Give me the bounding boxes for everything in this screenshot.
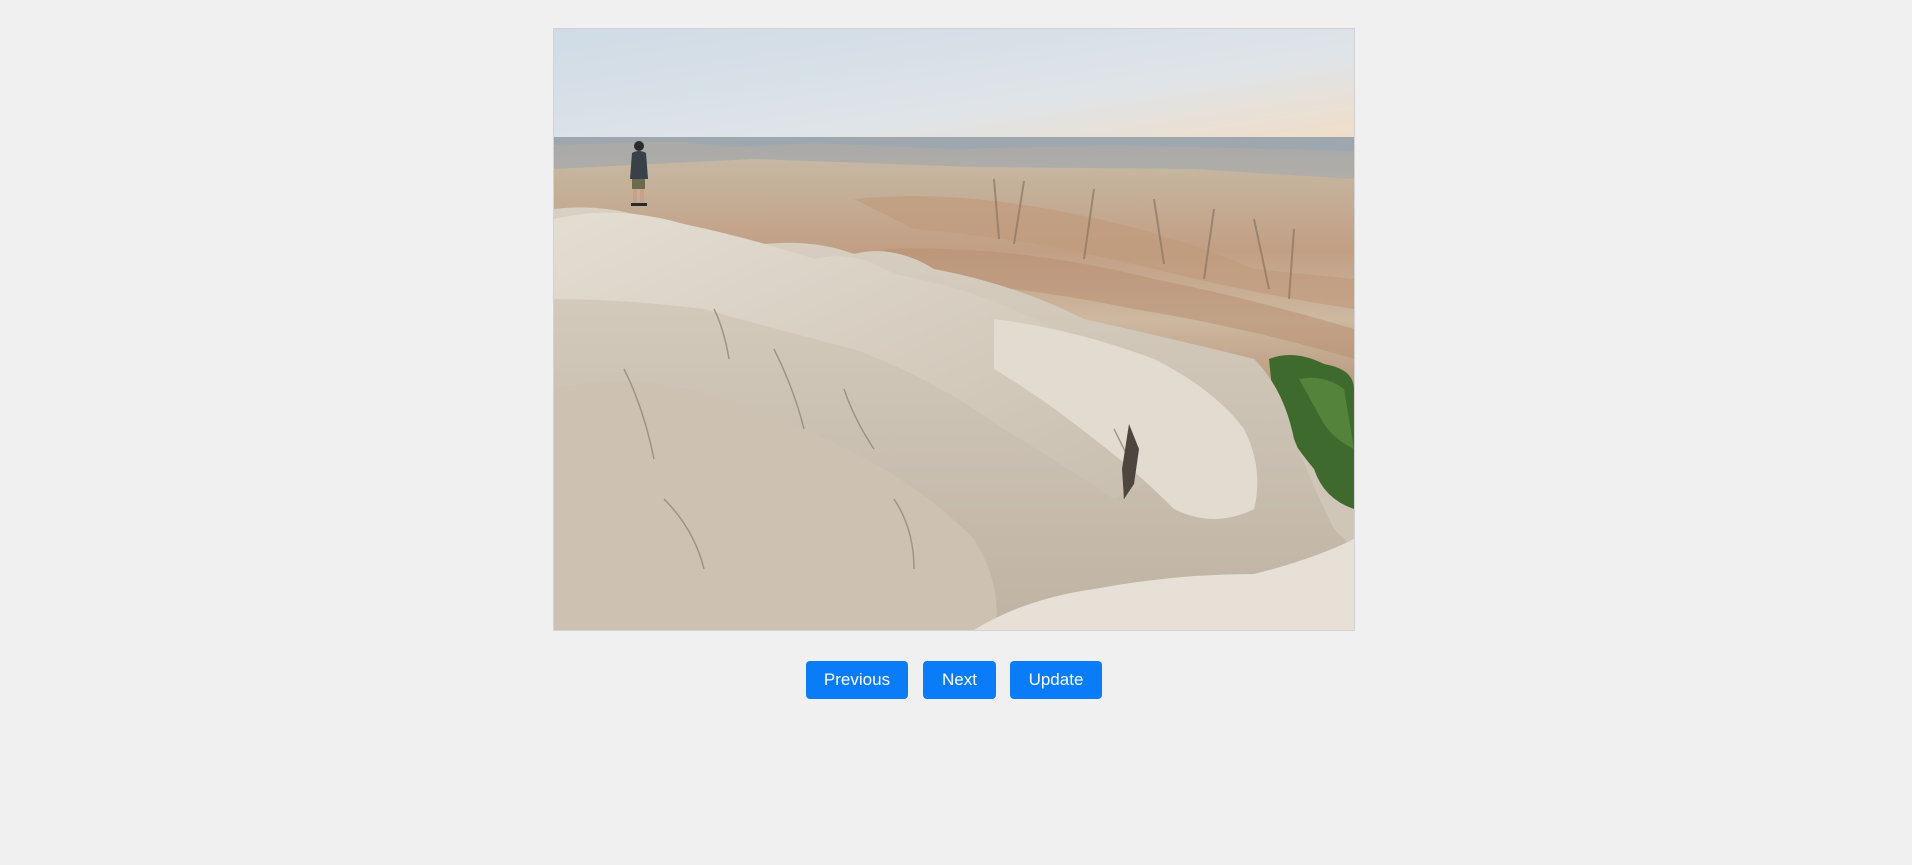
update-button[interactable]: Update xyxy=(1010,661,1102,699)
badlands-landscape-photo xyxy=(554,29,1354,630)
image-viewer xyxy=(553,28,1355,631)
previous-button[interactable]: Previous xyxy=(806,661,908,699)
next-button[interactable]: Next xyxy=(923,661,996,699)
navigation-controls: Previous Next Update xyxy=(0,661,1912,699)
